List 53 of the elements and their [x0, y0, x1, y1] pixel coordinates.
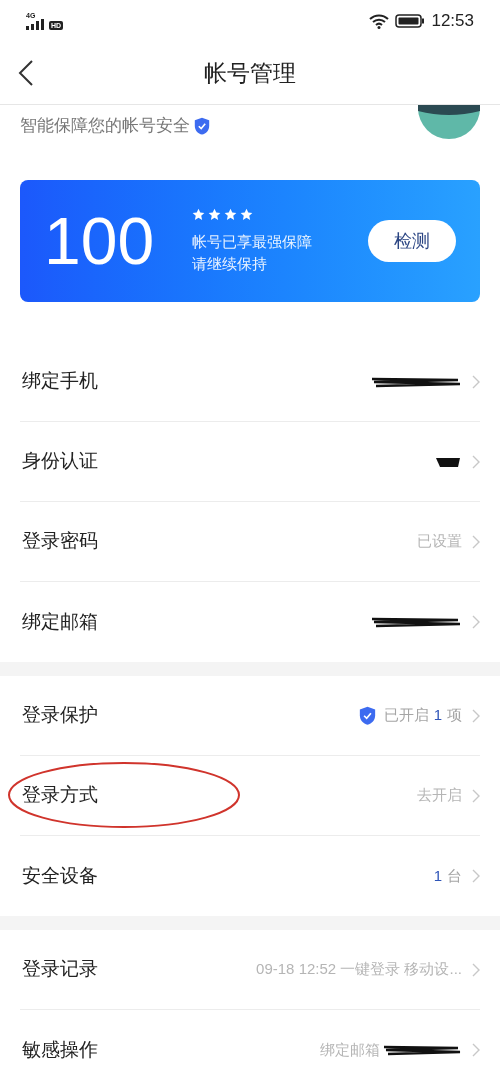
settings-row[interactable]: 登录记录 09-18 12:52 一键登录 移动设... — [20, 930, 480, 1010]
clock-time: 12:53 — [431, 10, 474, 33]
row-label: 登录密码 — [22, 529, 98, 554]
chevron-right-icon — [472, 1043, 480, 1057]
chevron-right-icon — [472, 615, 480, 629]
row-count: 1 — [433, 865, 442, 886]
row-value: 09-18 12:52 一键登录 移动设... — [256, 959, 462, 980]
row-label: 绑定邮箱 — [22, 609, 98, 634]
chevron-right-icon — [472, 374, 480, 389]
settings-row[interactable]: 登录方式 去开启 — [20, 756, 480, 836]
row-unit: 项 — [447, 705, 462, 726]
wifi-icon — [369, 13, 390, 29]
signal-icon — [26, 19, 46, 30]
row-label: 绑定手机 — [22, 369, 98, 394]
row-label: 登录保护 — [22, 703, 98, 728]
row-unit: 台 — [447, 865, 462, 886]
settings-row[interactable]: 安全设备 1 台 — [20, 836, 480, 916]
back-icon[interactable] — [18, 60, 34, 86]
settings-row[interactable]: 登录密码 已设置 — [20, 502, 480, 582]
star-icon — [192, 207, 205, 221]
shield-check-icon — [194, 116, 210, 135]
row-label: 安全设备 — [22, 863, 98, 888]
chevron-right-icon — [472, 788, 480, 803]
star-icon — [208, 207, 221, 221]
page-title: 帐号管理 — [204, 58, 296, 88]
chevron-right-icon — [472, 534, 480, 549]
settings-row[interactable]: 登录保护 已开启 1 项 — [20, 676, 480, 756]
chevron-right-icon — [472, 708, 480, 723]
score-message: 请继续保持 — [192, 253, 268, 274]
row-label: 身份认证 — [22, 449, 98, 474]
settings-row[interactable]: 绑定邮箱 — [20, 582, 480, 662]
row-label: 登录记录 — [22, 957, 98, 982]
security-score: 100 — [44, 208, 156, 274]
row-label: 敏感操作 — [22, 1037, 98, 1062]
row-value: 去开启 — [417, 785, 462, 806]
settings-row[interactable]: 绑定手机 — [20, 342, 480, 422]
check-button[interactable]: 检测 — [368, 220, 456, 262]
settings-row[interactable]: 敏感操作 绑定邮箱 — [20, 1010, 480, 1084]
chevron-right-icon — [472, 454, 480, 469]
row-value: 已开启 — [383, 705, 429, 726]
score-message: 帐号已享最强保障 — [192, 231, 312, 252]
row-value: 已设置 — [417, 531, 462, 552]
row-value: 绑定邮箱 — [320, 1039, 380, 1060]
battery-icon — [395, 14, 426, 28]
shield-check-icon — [358, 705, 376, 726]
star-icon — [224, 207, 237, 221]
chevron-right-icon — [472, 962, 480, 977]
row-count: 1 — [433, 705, 442, 726]
settings-row[interactable]: 身份认证 — [20, 422, 480, 502]
row-label: 登录方式 — [22, 783, 98, 808]
chevron-right-icon — [472, 869, 480, 883]
star-icon — [240, 207, 253, 221]
profile-subtitle: 智能保障您的帐号安全 — [20, 115, 190, 137]
